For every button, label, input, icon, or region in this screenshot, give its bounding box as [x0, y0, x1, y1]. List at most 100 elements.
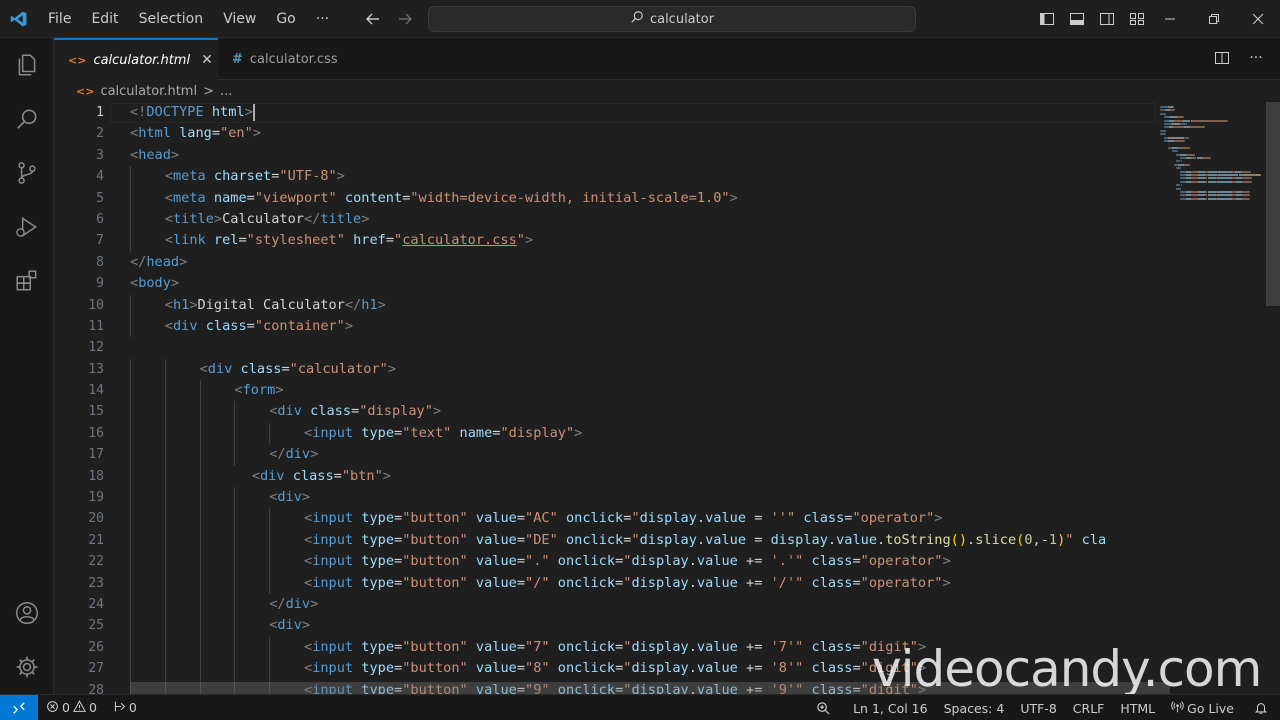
minimap[interactable]	[1160, 102, 1268, 202]
tab-calculator-css[interactable]: # calculator.css	[218, 38, 346, 80]
breadcrumb-file[interactable]: calculator.html	[100, 84, 197, 99]
go-live-button[interactable]: Go Live	[1163, 695, 1242, 720]
code-line[interactable]	[130, 337, 1156, 358]
code-line[interactable]: </head>	[130, 252, 1156, 273]
code-token: =	[516, 574, 526, 591]
code-line[interactable]: <input type="text" name="display">	[130, 422, 1156, 445]
tab-calculator-html[interactable]: <> calculator.html ✕	[54, 38, 218, 80]
indentation[interactable]: Spaces: 4	[936, 695, 1013, 720]
code-token: body	[138, 275, 171, 292]
notifications-bell-icon[interactable]	[1242, 695, 1280, 720]
code-line[interactable]: <div class="display">	[130, 401, 1156, 423]
close-window-icon[interactable]	[1236, 0, 1280, 38]
minimap-segment	[1191, 197, 1199, 200]
search-icon	[630, 10, 644, 28]
code-token: display	[639, 531, 697, 548]
code-line[interactable]: <link rel="stylesheet" href="calculator.…	[130, 230, 1156, 252]
accounts-icon[interactable]	[0, 586, 54, 640]
explorer-icon[interactable]	[0, 38, 54, 92]
close-icon[interactable]: ✕	[201, 52, 213, 68]
toggle-panel-icon[interactable]	[1066, 8, 1088, 30]
command-center-search[interactable]: calculator	[428, 6, 916, 32]
code-token: div	[285, 595, 311, 612]
code-token: input	[312, 553, 354, 570]
code-line[interactable]: <input type="button" value="AC" onclick=…	[130, 508, 1156, 530]
indent-guide	[164, 529, 166, 552]
code-line[interactable]: <input type="button" value="DE" onclick=…	[130, 529, 1156, 552]
encoding[interactable]: UTF-8	[1012, 695, 1064, 720]
vertical-scrollbar[interactable]	[1266, 102, 1280, 694]
indent-guide	[164, 358, 166, 381]
code-line[interactable]: <meta name="viewport" content="width=dev…	[130, 187, 1156, 209]
breadcrumb-more[interactable]: ...	[220, 84, 232, 99]
remote-icon[interactable]	[0, 694, 38, 720]
minimize-icon[interactable]	[1148, 0, 1192, 38]
code-token: html	[211, 104, 245, 120]
code-line[interactable]: <meta charset="UTF-8">	[130, 166, 1156, 188]
menu-selection[interactable]: Selection	[129, 6, 214, 32]
source-control-icon[interactable]	[0, 146, 54, 200]
code-token: display	[631, 553, 689, 570]
restore-icon[interactable]	[1192, 0, 1236, 38]
code-line[interactable]: <!DOCTYPE html>	[130, 102, 1156, 123]
menu-go[interactable]: Go	[266, 6, 305, 32]
customize-layout-icon[interactable]	[1126, 8, 1148, 30]
zoom-icon[interactable]	[802, 695, 845, 720]
code-line[interactable]: </div>	[130, 444, 1156, 466]
code-line[interactable]: <body>	[130, 273, 1156, 294]
code-line[interactable]: <html lang="en">	[130, 123, 1156, 144]
code-line[interactable]: <div class="calculator">	[130, 358, 1156, 381]
indent-guide	[234, 593, 236, 616]
code-line[interactable]: <div class="container">	[130, 315, 1156, 338]
code-line[interactable]: <div>	[130, 615, 1156, 637]
toggle-primary-sidebar-icon[interactable]	[1036, 8, 1058, 30]
code-line[interactable]: </div>	[130, 593, 1156, 616]
language-mode[interactable]: HTML	[1112, 695, 1163, 720]
code-line[interactable]: <div>	[130, 487, 1156, 509]
code-line[interactable]: <input type="button" value="/" onclick="…	[130, 572, 1156, 594]
menu-file[interactable]: File	[38, 6, 81, 32]
code-token: =	[516, 531, 526, 548]
menu-edit[interactable]: Edit	[81, 6, 128, 32]
manage-gear-icon[interactable]	[0, 640, 54, 694]
minimap-segment	[1259, 174, 1261, 176]
code-line[interactable]: <div class="btn">	[130, 465, 1156, 488]
indent-guide	[269, 508, 271, 530]
back-arrow-icon[interactable]	[362, 8, 384, 30]
end-of-line[interactable]: CRLF	[1065, 695, 1113, 720]
code-line[interactable]: <input type="button" value="." onclick="…	[130, 551, 1156, 573]
code-token: 0	[1024, 531, 1033, 548]
more-actions-icon[interactable]: ···	[1246, 48, 1266, 68]
extensions-icon[interactable]	[0, 254, 54, 308]
code-token: Digital Calculator	[197, 296, 345, 313]
code-line[interactable]: <form>	[130, 380, 1156, 402]
code-line[interactable]: <head>	[130, 145, 1156, 166]
code-token: div	[277, 617, 302, 634]
vertical-scrollbar-thumb[interactable]	[1266, 102, 1280, 306]
menu-view[interactable]: View	[213, 6, 266, 32]
problems-indicator[interactable]: 0 0	[38, 695, 105, 720]
ports-indicator[interactable]: 0	[105, 695, 145, 720]
code-token: '8'"	[770, 660, 804, 677]
split-editor-icon[interactable]	[1212, 48, 1232, 68]
cursor-position[interactable]: Ln 1, Col 16	[845, 695, 936, 720]
code-line[interactable]: <title>Calculator</title>	[130, 208, 1156, 231]
toggle-secondary-sidebar-icon[interactable]	[1096, 8, 1118, 30]
code-line[interactable]: <h1>Digital Calculator</h1>	[130, 294, 1156, 316]
code-token: link	[172, 232, 206, 249]
code-area[interactable]: <!DOCTYPE html> <html lang="en"> <head> <me…	[130, 102, 1156, 694]
code-token: >	[574, 424, 583, 441]
menu-more[interactable]: ···	[306, 6, 339, 32]
run-and-debug-icon[interactable]	[0, 200, 54, 254]
minimap-segment	[1191, 174, 1199, 176]
code-token: "button"	[402, 531, 468, 548]
search-view-icon[interactable]	[0, 92, 54, 146]
code-editor[interactable]: 1 2 3 4 5 6 7 8 9 10 11 12 13 14 15 16 17 18 19 20 21 22 23 24 2…	[54, 102, 1280, 694]
indent-guide	[130, 465, 131, 488]
forward-arrow-icon[interactable]	[394, 8, 416, 30]
